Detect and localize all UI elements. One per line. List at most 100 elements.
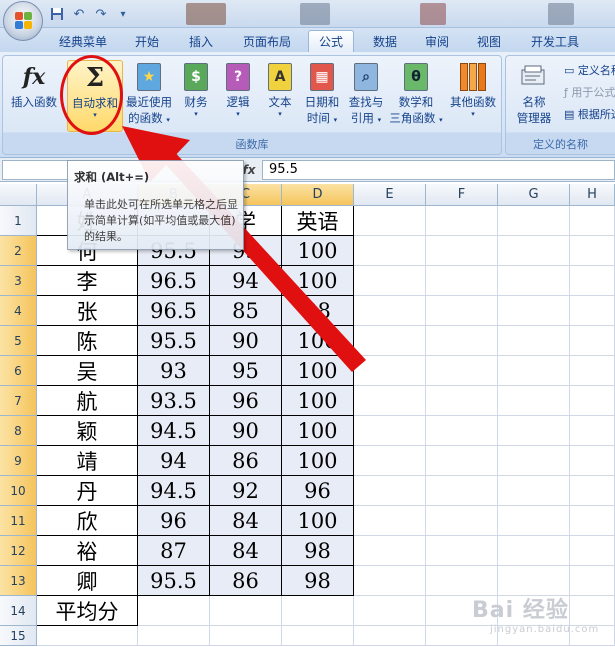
- cell-c10[interactable]: 92: [210, 476, 282, 506]
- row-header-9[interactable]: 9: [0, 446, 37, 476]
- cell-h9[interactable]: [570, 446, 615, 476]
- cell-h2[interactable]: [570, 236, 615, 266]
- cell-d9[interactable]: 100: [282, 446, 354, 476]
- cell-a5[interactable]: 陈: [37, 326, 138, 356]
- tab-view[interactable]: 视图: [466, 30, 512, 52]
- column-header-h[interactable]: H: [570, 184, 615, 206]
- cell-e7[interactable]: [354, 386, 426, 416]
- cell-f10[interactable]: [426, 476, 498, 506]
- formula-input[interactable]: 95.5: [262, 160, 615, 180]
- cell-e10[interactable]: [354, 476, 426, 506]
- cell-b4[interactable]: 96.5: [138, 296, 210, 326]
- math-trig-button[interactable]: θ 数学和 三角函数 ▾: [389, 60, 443, 128]
- row-header-10[interactable]: 10: [0, 476, 37, 506]
- cell-e8[interactable]: [354, 416, 426, 446]
- tab-developer[interactable]: 开发工具: [522, 30, 588, 52]
- cell-e1[interactable]: [354, 206, 426, 236]
- cell-f5[interactable]: [426, 326, 498, 356]
- cell-h10[interactable]: [570, 476, 615, 506]
- text-button[interactable]: A 文本 ▾: [263, 60, 297, 118]
- cell-f4[interactable]: [426, 296, 498, 326]
- cell-e2[interactable]: [354, 236, 426, 266]
- row-header-3[interactable]: 3: [0, 266, 37, 296]
- cell-g9[interactable]: [498, 446, 570, 476]
- row-header-2[interactable]: 2: [0, 236, 37, 266]
- cell-e14[interactable]: [354, 596, 426, 626]
- cell-g3[interactable]: [498, 266, 570, 296]
- cell-h12[interactable]: [570, 536, 615, 566]
- cell-b11[interactable]: 96: [138, 506, 210, 536]
- cell-b14[interactable]: [138, 596, 210, 626]
- cell-g8[interactable]: [498, 416, 570, 446]
- cell-e9[interactable]: [354, 446, 426, 476]
- cell-a9[interactable]: 靖: [37, 446, 138, 476]
- office-button[interactable]: [3, 1, 43, 41]
- cell-a7[interactable]: 航: [37, 386, 138, 416]
- row-header-11[interactable]: 11: [0, 506, 37, 536]
- cell-b8[interactable]: 94.5: [138, 416, 210, 446]
- cell-b15[interactable]: [138, 626, 210, 646]
- cell-a10[interactable]: 丹: [37, 476, 138, 506]
- column-header-d[interactable]: D: [282, 184, 354, 206]
- row-header-4[interactable]: 4: [0, 296, 37, 326]
- column-header-e[interactable]: E: [354, 184, 426, 206]
- cell-c13[interactable]: 86: [210, 566, 282, 596]
- cell-f11[interactable]: [426, 506, 498, 536]
- more-functions-button[interactable]: 其他函数 ▾: [447, 60, 499, 118]
- cell-h4[interactable]: [570, 296, 615, 326]
- redo-icon[interactable]: ↷: [92, 5, 110, 23]
- row-header-8[interactable]: 8: [0, 416, 37, 446]
- cell-f9[interactable]: [426, 446, 498, 476]
- row-header-14[interactable]: 14: [0, 596, 37, 626]
- cell-a6[interactable]: 吴: [37, 356, 138, 386]
- cell-h11[interactable]: [570, 506, 615, 536]
- tab-review[interactable]: 审阅: [414, 30, 460, 52]
- tab-formulas[interactable]: 公式: [308, 30, 354, 52]
- row-header-6[interactable]: 6: [0, 356, 37, 386]
- cell-b5[interactable]: 95.5: [138, 326, 210, 356]
- cell-c6[interactable]: 95: [210, 356, 282, 386]
- cell-a4[interactable]: 张: [37, 296, 138, 326]
- cell-d2[interactable]: 100: [282, 236, 354, 266]
- cell-h7[interactable]: [570, 386, 615, 416]
- row-header-1[interactable]: 1: [0, 206, 37, 236]
- cell-d8[interactable]: 100: [282, 416, 354, 446]
- spreadsheet-grid[interactable]: A B C D E F G H 1姓学英语2何95.5951003李96.594…: [0, 184, 615, 647]
- save-icon[interactable]: [48, 5, 66, 23]
- tab-classic-menu[interactable]: 经典菜单: [52, 30, 114, 52]
- cell-a13[interactable]: 卿: [37, 566, 138, 596]
- cell-c12[interactable]: 84: [210, 536, 282, 566]
- insert-function-button[interactable]: fx 插入函数: [8, 60, 60, 110]
- cell-d3[interactable]: 100: [282, 266, 354, 296]
- cell-d14[interactable]: [282, 596, 354, 626]
- cell-e6[interactable]: [354, 356, 426, 386]
- cell-e4[interactable]: [354, 296, 426, 326]
- financial-button[interactable]: $ 财务 ▾: [179, 60, 213, 118]
- cell-g12[interactable]: [498, 536, 570, 566]
- undo-icon[interactable]: ↶: [70, 5, 88, 23]
- cell-a8[interactable]: 颖: [37, 416, 138, 446]
- cell-b3[interactable]: 96.5: [138, 266, 210, 296]
- cell-e5[interactable]: [354, 326, 426, 356]
- cell-c8[interactable]: 90: [210, 416, 282, 446]
- cell-a11[interactable]: 欣: [37, 506, 138, 536]
- row-header-7[interactable]: 7: [0, 386, 37, 416]
- cell-f8[interactable]: [426, 416, 498, 446]
- date-time-button[interactable]: ▦ 日期和 时间 ▾: [301, 60, 343, 128]
- cell-a14[interactable]: 平均分: [37, 596, 138, 626]
- select-all-corner[interactable]: [0, 184, 37, 206]
- cell-d15[interactable]: [282, 626, 354, 646]
- tab-page-layout[interactable]: 页面布局: [232, 30, 302, 52]
- lookup-reference-button[interactable]: ⌕ 查找与 引用 ▾: [345, 60, 387, 128]
- cell-a3[interactable]: 李: [37, 266, 138, 296]
- cell-d1[interactable]: 英语: [282, 206, 354, 236]
- cell-c14[interactable]: [210, 596, 282, 626]
- cell-b12[interactable]: 87: [138, 536, 210, 566]
- cell-g10[interactable]: [498, 476, 570, 506]
- cell-b9[interactable]: 94: [138, 446, 210, 476]
- cell-e15[interactable]: [354, 626, 426, 646]
- cell-c7[interactable]: 96: [210, 386, 282, 416]
- cell-g6[interactable]: [498, 356, 570, 386]
- cell-h3[interactable]: [570, 266, 615, 296]
- cell-f7[interactable]: [426, 386, 498, 416]
